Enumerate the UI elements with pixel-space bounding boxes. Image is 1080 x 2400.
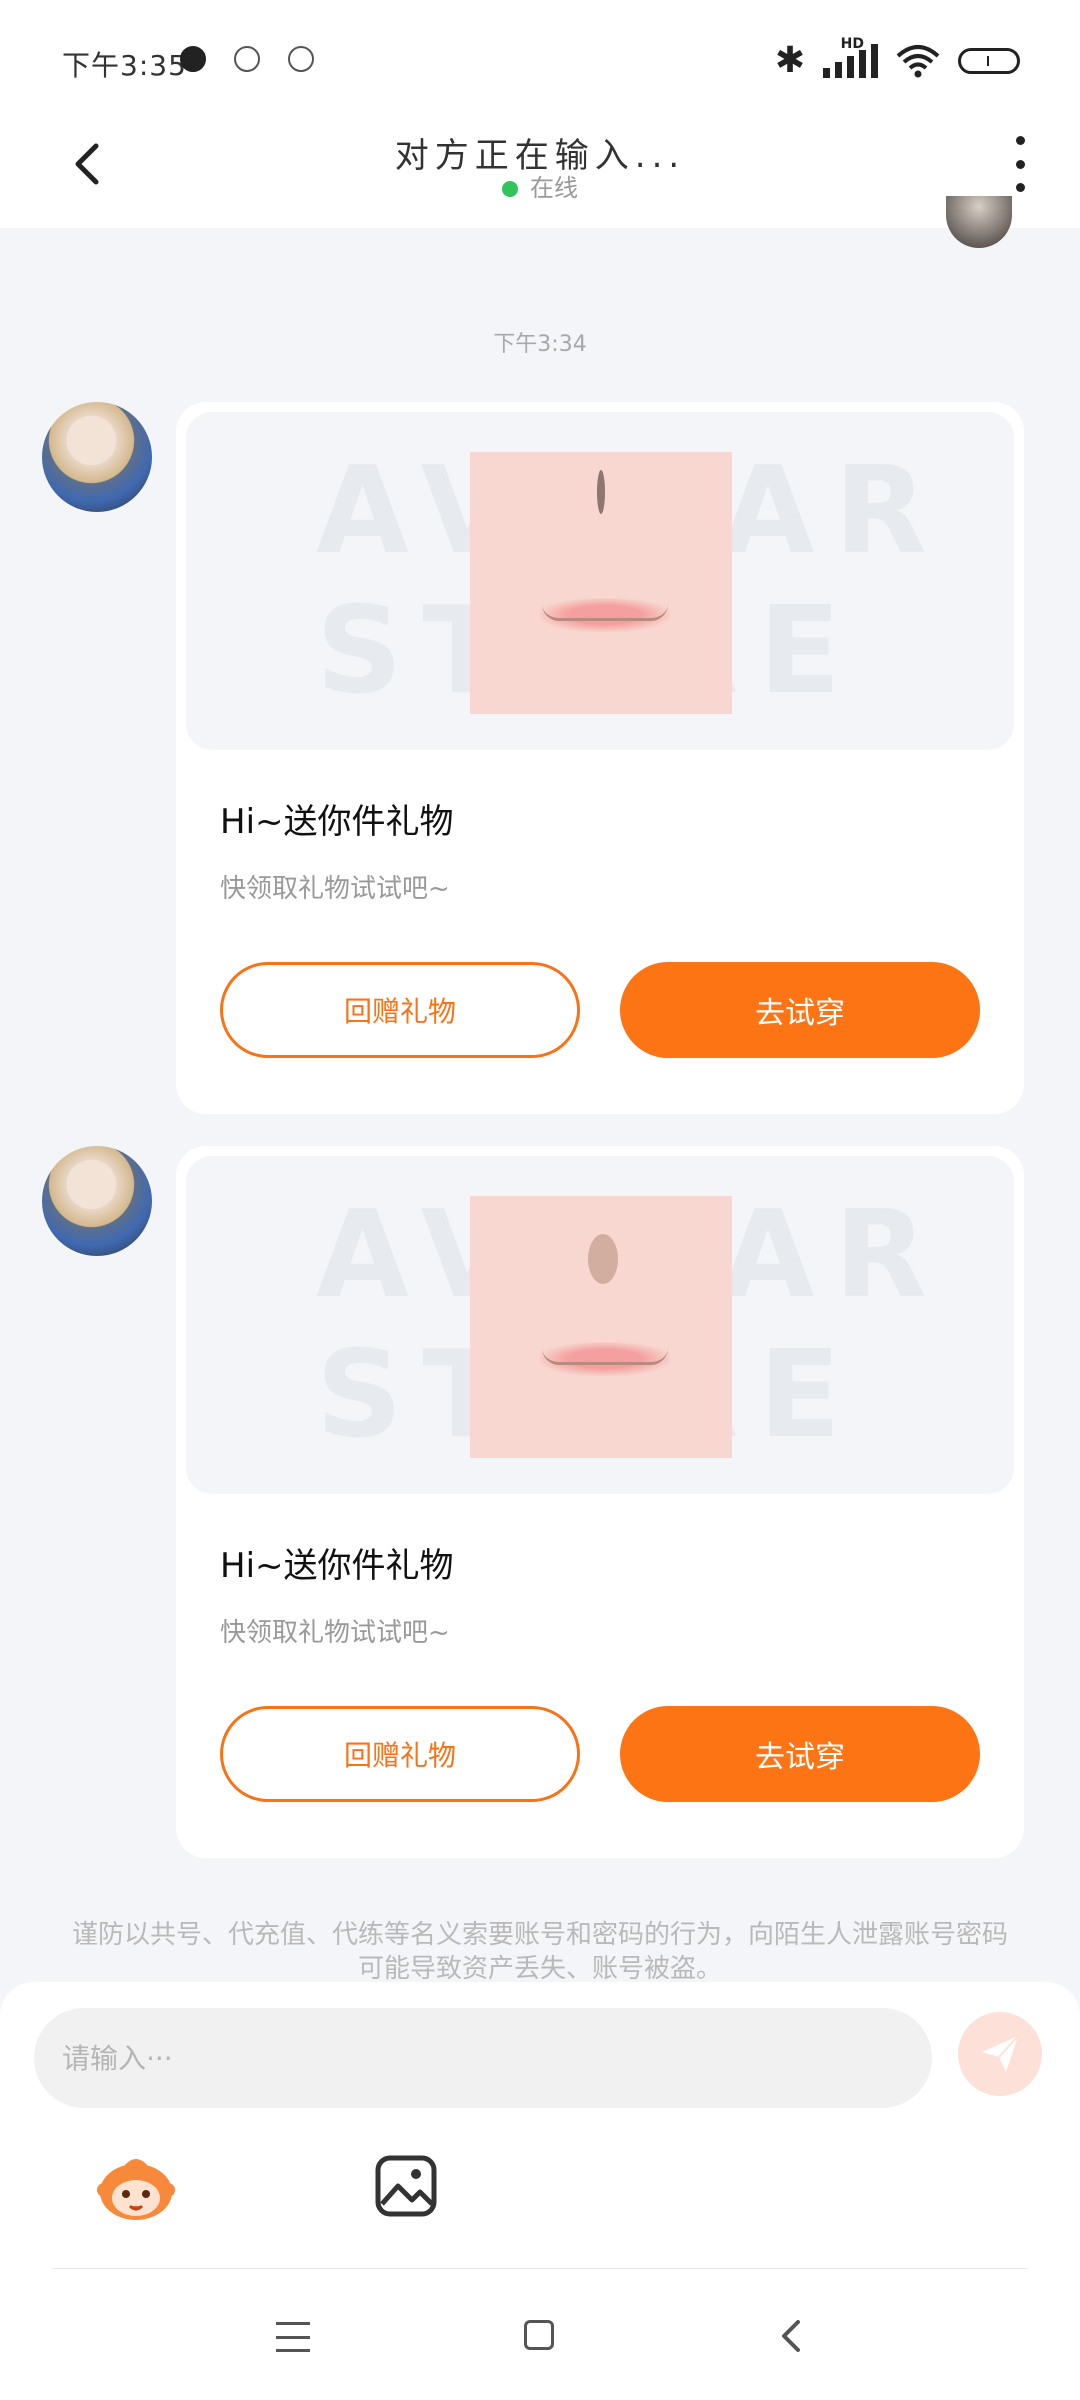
divider <box>52 2268 1028 2269</box>
image-picker-icon[interactable] <box>374 2154 438 2218</box>
return-gift-button[interactable]: 回赠礼物 <box>220 1706 580 1802</box>
status-time: 下午3:35 <box>62 49 187 82</box>
recent-apps-button[interactable] <box>276 2322 310 2352</box>
system-back-button[interactable] <box>772 2316 812 2356</box>
gift-title: Hi~送你件礼物 <box>220 802 454 842</box>
input-panel <box>0 1982 1080 2400</box>
cloud-app-icon <box>180 46 206 72</box>
shield-icon <box>234 46 260 72</box>
paper-plane-icon <box>982 2035 1019 2072</box>
chat-bubble-icon <box>288 46 314 72</box>
sender-avatar[interactable] <box>42 1146 152 1256</box>
send-button[interactable] <box>958 2012 1042 2096</box>
status-bar: 下午3:35 HD ✱ <box>0 0 1080 120</box>
return-gift-button[interactable]: 回赠礼物 <box>220 962 580 1058</box>
nose-detail <box>597 470 605 514</box>
nose-detail <box>588 1234 618 1284</box>
chat-header: 对方正在输入... 在线 <box>0 120 1080 228</box>
face-makeup-preview <box>470 452 732 714</box>
system-icons: ✱ <box>775 40 1020 81</box>
gift-title: Hi~送你件礼物 <box>220 1546 454 1586</box>
signal-icon <box>823 43 878 78</box>
own-avatar[interactable] <box>946 196 1012 248</box>
message-input[interactable] <box>34 2008 932 2108</box>
face-makeup-preview <box>470 1196 732 1458</box>
dot-icon <box>1015 159 1025 169</box>
message-timestamp: 下午3:34 <box>493 332 587 357</box>
notification-icons <box>180 46 314 72</box>
gift-message-card: AVATAR STORE Hi~送你件礼物 快领取礼物试试吧~ 回赠礼物 去试穿 <box>176 1146 1024 1858</box>
security-warning: 谨防以共号、代充值、代练等名义索要账号和密码的行为，向陌生人泄露账号密码可能导致… <box>71 1920 1008 1984</box>
gift-preview-image[interactable]: AVATAR STORE <box>186 412 1014 750</box>
dot-icon <box>1015 136 1025 145</box>
gift-message-card: AVATAR STORE Hi~送你件礼物 快领取礼物试试吧~ 回赠礼物 去试穿 <box>176 402 1024 1114</box>
gift-preview-image[interactable]: AVATAR STORE <box>186 1156 1014 1494</box>
more-options-button[interactable] <box>1010 136 1030 192</box>
wifi-icon <box>896 44 940 77</box>
lip-line <box>542 604 668 621</box>
online-status-text: 在线 <box>530 174 578 202</box>
mascot-emoji-icon[interactable] <box>96 2152 176 2222</box>
lip-line <box>542 1348 668 1365</box>
home-button[interactable] <box>524 2320 554 2350</box>
gift-subtitle: 快领取礼物试试吧~ <box>220 1618 450 1648</box>
try-on-button[interactable]: 去试穿 <box>620 1706 980 1802</box>
sender-avatar[interactable] <box>42 402 152 512</box>
gift-subtitle: 快领取礼物试试吧~ <box>220 874 450 904</box>
bluetooth-icon: ✱ <box>774 40 805 81</box>
dot-icon <box>1015 183 1025 192</box>
online-dot-icon <box>502 181 518 197</box>
online-status: 在线 <box>0 168 1080 203</box>
battery-icon <box>958 47 1020 74</box>
try-on-button[interactable]: 去试穿 <box>620 962 980 1058</box>
